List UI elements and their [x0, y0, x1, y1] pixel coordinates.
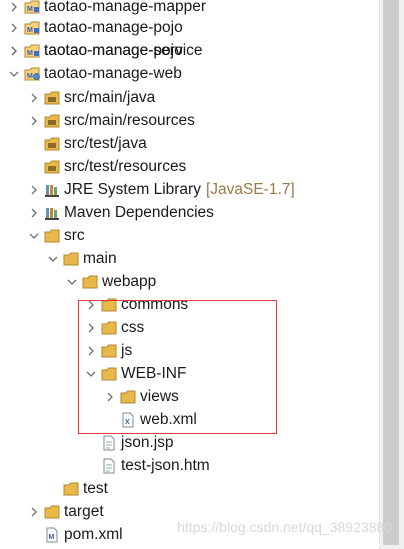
- tree-item-target[interactable]: target: [28, 500, 104, 523]
- tree-item-src-main-resources[interactable]: src/main/resources: [28, 109, 195, 132]
- folder-icon: [82, 274, 99, 290]
- tree-item-label: test: [83, 480, 108, 497]
- library-icon: [44, 205, 61, 221]
- tree-item-taotao-manage-pojo-row[interactable]: M taotao-manage-pojo: [8, 16, 183, 39]
- svg-text:M: M: [27, 6, 33, 13]
- chevron-down-icon[interactable]: [66, 274, 78, 290]
- tree-item-label: webapp: [102, 273, 157, 290]
- folder-icon: [63, 481, 80, 497]
- tree-item-label: pom.xml: [64, 526, 123, 543]
- file-icon: [101, 458, 118, 474]
- highlight-box: [78, 300, 277, 434]
- tree-item-test[interactable]: test: [47, 477, 108, 500]
- scrollbar-thumb[interactable]: [383, 0, 399, 545]
- tree-item-src-test-resources[interactable]: src/test/resources: [28, 155, 186, 178]
- tree-item-label: taotao-manage-web: [44, 65, 182, 82]
- tree-item-label: taotao-manage-pojo: [44, 19, 183, 36]
- tree-item-label: src/main/resources: [64, 112, 195, 129]
- chevron-right-icon[interactable]: [8, 0, 20, 15]
- chevron-right-icon[interactable]: [28, 90, 40, 106]
- tree-item-pom-xml[interactable]: M pom.xml: [28, 523, 123, 546]
- no-arrow: [85, 435, 97, 451]
- no-arrow: [28, 527, 40, 543]
- svg-text:M: M: [27, 27, 33, 34]
- library-icon: [44, 182, 61, 198]
- tree-item-taotao-manage-web[interactable]: M taotao-manage-web: [8, 62, 182, 85]
- chevron-right-icon[interactable]: [28, 504, 40, 520]
- tree-item-label: Maven Dependencies: [64, 204, 214, 221]
- source-folder-icon: [44, 136, 61, 152]
- maven-project-icon: M: [24, 20, 41, 36]
- tree-item-main[interactable]: main: [47, 247, 117, 270]
- no-arrow: [85, 458, 97, 474]
- tree-item-json-jsp[interactable]: json.jsp: [85, 431, 174, 454]
- chevron-right-icon[interactable]: [8, 20, 20, 36]
- tree-item-webapp[interactable]: webapp: [66, 270, 156, 293]
- tree-item-label: src: [64, 227, 85, 244]
- folder-icon: [44, 228, 61, 244]
- tree-item-src[interactable]: src: [28, 224, 85, 247]
- maven-pom-icon: M: [44, 527, 61, 543]
- no-arrow: [28, 159, 40, 175]
- source-folder-icon: [44, 113, 61, 129]
- chevron-down-icon[interactable]: [28, 228, 40, 244]
- chevron-down-icon[interactable]: [47, 251, 59, 267]
- no-arrow: [28, 136, 40, 152]
- tree-item-label: main: [83, 250, 117, 267]
- chevron-right-icon[interactable]: [28, 205, 40, 221]
- svg-text:M: M: [27, 73, 33, 80]
- source-folder-icon: [44, 159, 61, 175]
- chevron-right-icon[interactable]: [8, 43, 20, 59]
- tree-item-label: src/main/java: [64, 89, 156, 106]
- folder-icon: [63, 251, 80, 267]
- file-icon: [101, 435, 118, 451]
- tree-item-label: test-json.htm: [121, 457, 210, 474]
- tree-item-src-test-java[interactable]: src/test/java: [28, 132, 147, 155]
- vertical-scrollbar[interactable]: [379, 0, 404, 549]
- watermark: https://blog.csdn.net/qq_38923880: [177, 519, 392, 535]
- tree-item-test-json-htm[interactable]: test-json.htm: [85, 454, 210, 477]
- tree-item-suffix: [JavaSE-1.7]: [205, 180, 295, 198]
- no-arrow: [47, 481, 59, 497]
- tree-item-label: json.jsp: [121, 434, 174, 451]
- folder-icon: [44, 504, 61, 520]
- chevron-right-icon[interactable]: [28, 113, 40, 129]
- tree-item-maven-dependencies[interactable]: Maven Dependencies: [28, 201, 214, 224]
- tree-item-label: JRE System Library: [64, 181, 201, 198]
- chevron-down-icon[interactable]: [8, 66, 20, 82]
- svg-text:M: M: [27, 50, 33, 57]
- svg-text:M: M: [49, 534, 55, 541]
- maven-web-project-icon: M: [24, 66, 41, 82]
- tree-item-label: taotao-manage-service: [44, 42, 203, 59]
- chevron-right-icon[interactable]: [28, 182, 40, 198]
- maven-project-icon: M: [24, 0, 41, 15]
- tree-item-src-main-java[interactable]: src/main/java: [28, 86, 155, 109]
- maven-project-icon: M: [24, 43, 41, 59]
- tree-item-taotao-manage-service[interactable]: M taotao-manage-service: [8, 39, 203, 62]
- source-folder-icon: [44, 90, 61, 106]
- tree-item-label: target: [64, 503, 104, 520]
- tree-item-label: src/test/resources: [64, 158, 187, 175]
- tree-item-jre-system-library[interactable]: JRE System Library [JavaSE-1.7]: [28, 178, 295, 201]
- project-explorer-tree: M taotao-manage-mapper M taotao-manage-p…: [0, 0, 380, 549]
- tree-item-label: src/test/java: [64, 135, 147, 152]
